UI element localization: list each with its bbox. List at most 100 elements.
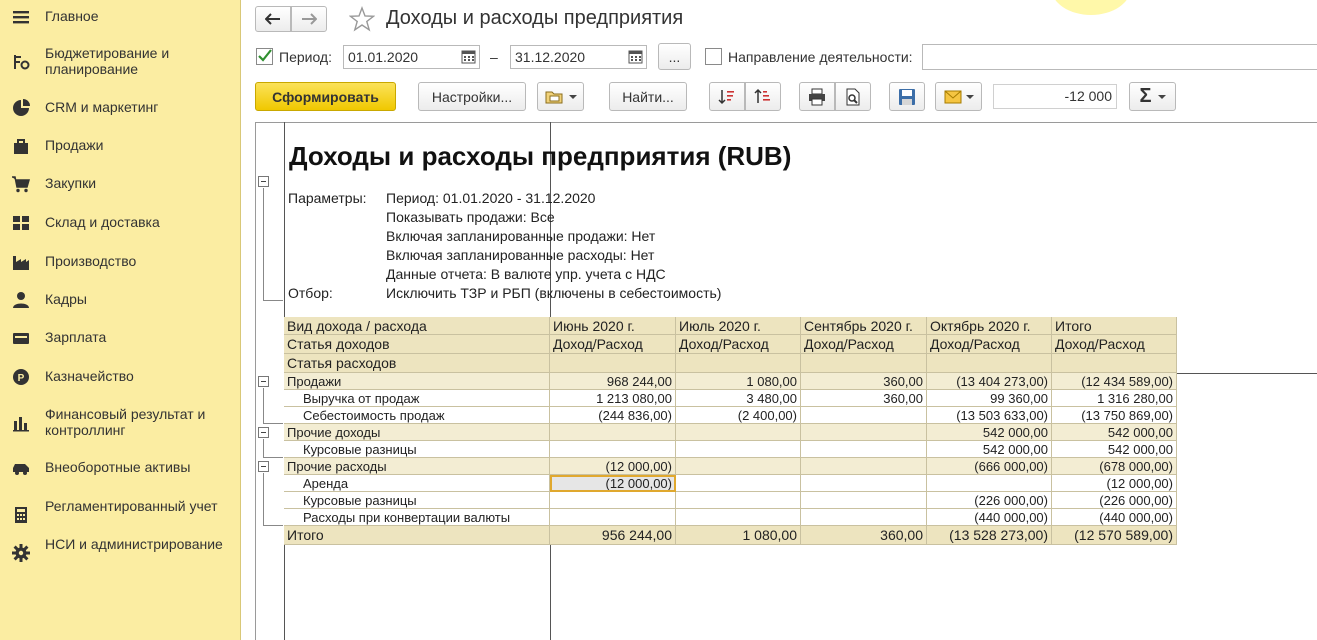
table-cell[interactable] (550, 424, 676, 441)
table-cell[interactable] (676, 441, 801, 458)
sidebar-item-7[interactable]: Кадры (0, 291, 240, 309)
table-cell[interactable]: (12 000,00) (550, 458, 676, 475)
table-cell[interactable] (801, 475, 927, 492)
forward-button[interactable] (291, 6, 327, 32)
sidebar-item-4[interactable]: Закупки (0, 175, 240, 193)
save-button[interactable] (889, 82, 925, 111)
table-cell[interactable]: (440 000,00) (1052, 509, 1177, 526)
print-button[interactable] (799, 82, 835, 111)
table-cell[interactable]: (2 400,00) (676, 407, 801, 424)
collapse-group-button[interactable] (258, 427, 269, 438)
table-cell[interactable]: 1 213 080,00 (550, 390, 676, 407)
table-cell[interactable] (676, 475, 801, 492)
back-button[interactable] (255, 6, 291, 32)
table-cell[interactable] (550, 441, 676, 458)
menu-icon (12, 8, 30, 26)
table-cell[interactable]: (226 000,00) (927, 492, 1052, 509)
total-cell[interactable]: (12 570 589,00) (1052, 526, 1177, 545)
table-cell[interactable]: 968 244,00 (550, 373, 676, 390)
total-cell[interactable]: 1 080,00 (676, 526, 801, 545)
table-cell[interactable] (927, 475, 1052, 492)
sidebar: Главное Бюджетирование и планирование CRM … (0, 0, 241, 640)
sidebar-item-11[interactable]: Внеоборотные активы (0, 459, 240, 477)
total-cell[interactable]: 956 244,00 (550, 526, 676, 545)
table-cell[interactable]: 542 000,00 (1052, 424, 1177, 441)
table-cell[interactable] (801, 509, 927, 526)
settings-button[interactable]: Настройки... (418, 82, 526, 111)
calendar-icon[interactable] (461, 50, 476, 64)
table-cell[interactable] (801, 424, 927, 441)
table-cell[interactable]: (226 000,00) (1052, 492, 1177, 509)
param-line: Включая запланированные продажи: Нет (386, 228, 656, 244)
sort-ascending-button[interactable] (709, 82, 745, 111)
table-cell[interactable]: (13 503 633,00) (927, 407, 1052, 424)
sidebar-item-6[interactable]: Производство (0, 253, 240, 271)
form-report-button[interactable]: Сформировать (255, 82, 396, 111)
direction-field[interactable] (922, 44, 1317, 70)
table-cell[interactable]: 542 000,00 (927, 441, 1052, 458)
total-cell[interactable]: (13 528 273,00) (927, 526, 1052, 545)
table-cell[interactable]: 360,00 (801, 373, 927, 390)
table-cell[interactable]: 1 080,00 (676, 373, 801, 390)
table-cell[interactable]: 542 000,00 (927, 424, 1052, 441)
table-cell[interactable]: (13 750 869,00) (1052, 407, 1177, 424)
sum-mode-button[interactable]: Σ (1129, 82, 1176, 111)
period-from-field[interactable]: 01.01.2020 (343, 45, 480, 69)
page-title: Доходы и расходы предприятия (386, 7, 684, 29)
sidebar-item-2[interactable]: CRM и маркетинг (0, 99, 240, 117)
table-cell[interactable] (801, 441, 927, 458)
filter-value: Исключить ТЗР и РБП (включены в себестои… (386, 285, 722, 301)
table-cell[interactable]: (666 000,00) (927, 458, 1052, 475)
table-cell[interactable]: 542 000,00 (1052, 441, 1177, 458)
table-cell[interactable]: (13 404 273,00) (927, 373, 1052, 390)
table-cell[interactable]: (12 000,00) (1052, 475, 1177, 492)
star-icon[interactable] (349, 6, 375, 32)
table-cell[interactable]: (678 000,00) (1052, 458, 1177, 475)
sidebar-item-13[interactable]: НСИ и администрирование (0, 536, 240, 570)
highlight-blob (1051, 0, 1131, 15)
table-cell[interactable]: (440 000,00) (927, 509, 1052, 526)
period-select-button[interactable]: ... (658, 43, 691, 70)
sidebar-item-10[interactable]: Финансовый результат и контроллинг (0, 406, 240, 440)
table-cell[interactable] (550, 492, 676, 509)
wallet-icon (12, 329, 30, 347)
collapse-group-button[interactable] (258, 461, 269, 472)
find-button[interactable]: Найти... (609, 82, 687, 111)
sidebar-item-3[interactable]: Продажи (0, 137, 240, 155)
column-header-cell (550, 354, 676, 373)
table-cell[interactable]: 99 360,00 (927, 390, 1052, 407)
table-cell[interactable] (676, 458, 801, 475)
sidebar-item-12[interactable]: Регламентированный учет (0, 498, 240, 532)
column-header-cell: Доход/Расход (1052, 335, 1177, 354)
period-checkbox[interactable] (256, 48, 273, 65)
table-cell[interactable]: 360,00 (801, 390, 927, 407)
table-cell[interactable] (801, 458, 927, 475)
table-cell[interactable]: (244 836,00) (550, 407, 676, 424)
table-cell[interactable] (676, 492, 801, 509)
table-cell[interactable] (676, 509, 801, 526)
table-cell[interactable]: 3 480,00 (676, 390, 801, 407)
table-cell[interactable]: 1 316 280,00 (1052, 390, 1177, 407)
collapse-params-button[interactable] (258, 176, 269, 187)
variant-dropdown-button[interactable] (537, 82, 584, 111)
sidebar-item-5[interactable]: Склад и доставка (0, 214, 240, 232)
table-cell[interactable] (801, 407, 927, 424)
group-row-name: Прочие доходы (284, 424, 550, 441)
table-cell[interactable]: (12 434 589,00) (1052, 373, 1177, 390)
direction-checkbox[interactable] (705, 48, 722, 65)
selected-cell[interactable]: (12 000,00) (550, 475, 676, 492)
total-cell[interactable]: 360,00 (801, 526, 927, 545)
print-preview-button[interactable] (835, 82, 871, 111)
send-email-button[interactable] (935, 82, 982, 111)
sort-descending-button[interactable] (745, 82, 781, 111)
sidebar-item-1[interactable]: Бюджетирование и планирование (0, 45, 240, 79)
collapse-group-button[interactable] (258, 376, 269, 387)
period-to-field[interactable]: 31.12.2020 (510, 45, 647, 69)
calendar-icon[interactable] (628, 50, 643, 64)
sidebar-item-0[interactable]: Главное (0, 8, 240, 26)
sidebar-item-8[interactable]: Зарплата (0, 329, 240, 347)
table-cell[interactable] (676, 424, 801, 441)
sidebar-item-9[interactable]: P Казначейство (0, 368, 240, 386)
table-cell[interactable] (550, 509, 676, 526)
table-cell[interactable] (801, 492, 927, 509)
